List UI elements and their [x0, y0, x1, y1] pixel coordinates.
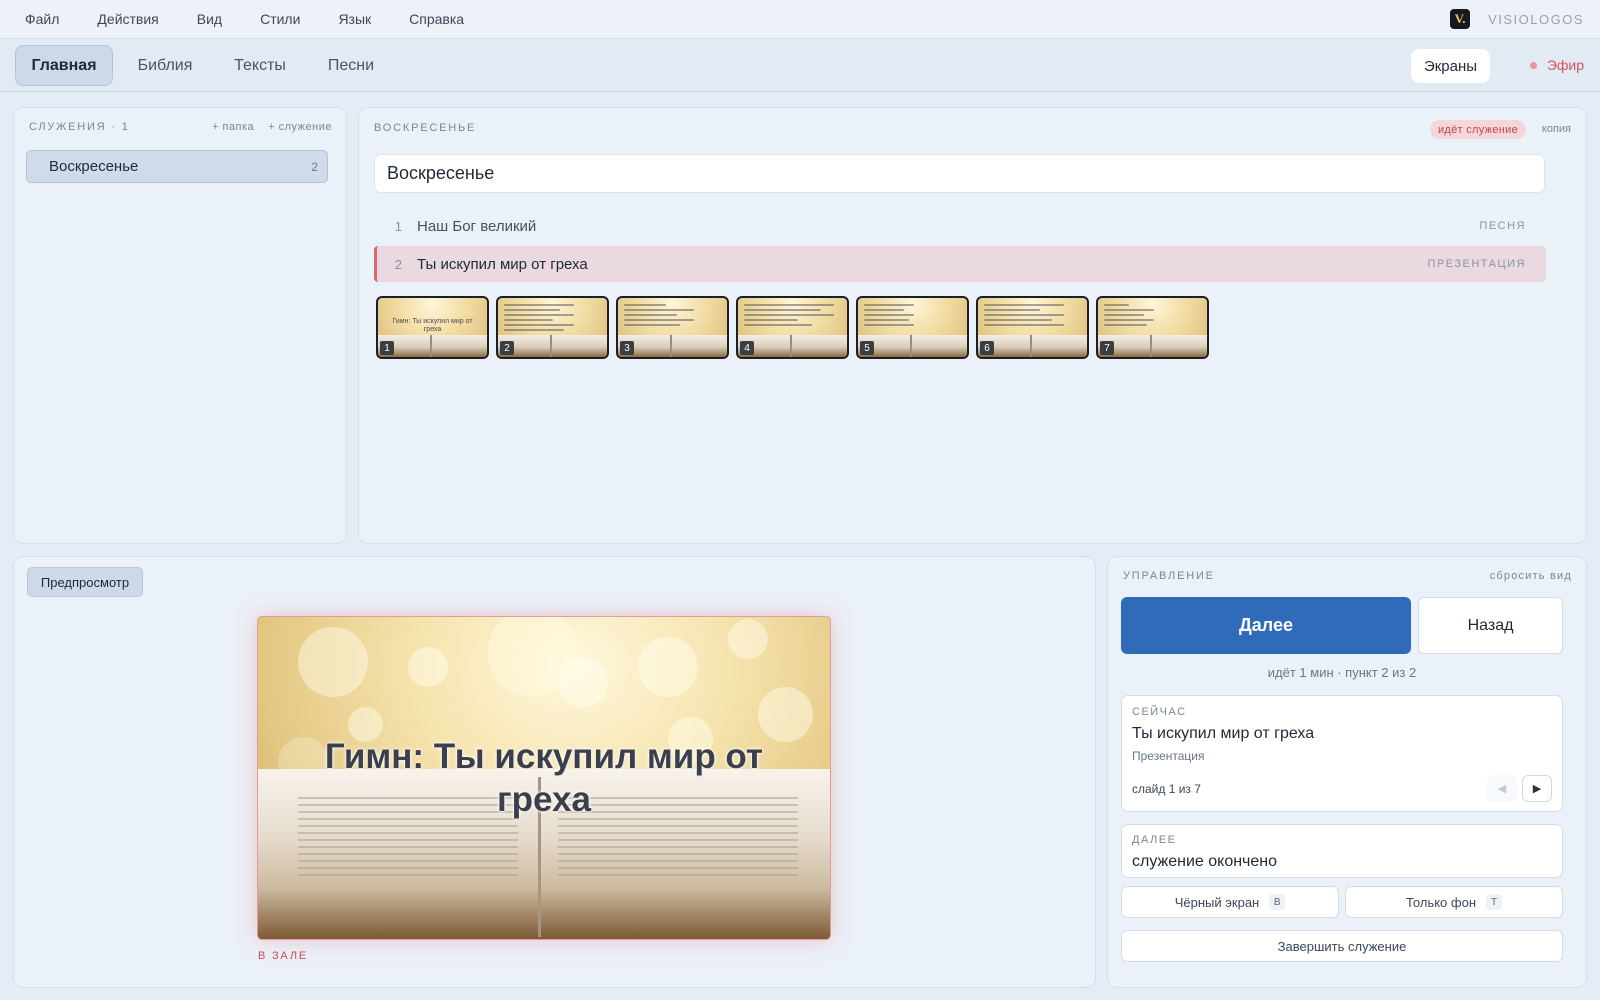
menu-view[interactable]: Вид	[197, 11, 222, 27]
service-item-row-current[interactable]: 2 Ты искупил мир от греха ПРЕЗЕНТАЦИЯ	[374, 246, 1546, 282]
service-detail-header: ВОСКРЕСЕНЬЕ	[374, 122, 477, 134]
book-image	[858, 335, 967, 357]
thumbnail-number: 7	[1100, 341, 1114, 355]
record-dot-icon	[1529, 61, 1537, 69]
menu-language[interactable]: Язык	[338, 11, 371, 27]
now-type: Презентация	[1132, 749, 1205, 763]
slide-thumbnail[interactable]: 6	[976, 296, 1089, 359]
book-image	[618, 335, 727, 357]
service-item-row[interactable]: 1 Наш Бог великий ПЕСНЯ	[374, 208, 1546, 244]
slide-thumbnail[interactable]: Гимн: Ты искупил мир от греха 1	[376, 296, 489, 359]
item-type: ПРЕЗЕНТАЦИЯ	[1427, 258, 1526, 270]
live-slide-output: Гимн: Ты искупил мир от греха	[257, 616, 831, 940]
service-status-text: идёт 1 мин · пункт 2 из 2	[1267, 665, 1417, 680]
item-title: Ты искупил мир от греха	[417, 255, 588, 273]
item-title: Наш Бог великий	[417, 217, 537, 235]
up-next-card: ДАЛЕЕ служение окончено	[1121, 824, 1563, 878]
thumbnail-number: 6	[980, 341, 994, 355]
reset-view-button[interactable]: сбросить вид	[1490, 570, 1572, 582]
brand-name: VISIOLOGOS	[1488, 11, 1584, 27]
book-image	[738, 335, 847, 357]
slide-thumbnail[interactable]: 2	[496, 296, 609, 359]
thumbnail-number: 1	[380, 341, 394, 355]
up-next-title: служение окончено	[1132, 853, 1278, 870]
next-button[interactable]: Далее	[1121, 597, 1411, 654]
thumbnail-title: Гимн: Ты искупил мир от греха	[392, 318, 473, 333]
now-title: Ты искупил мир от греха	[1132, 725, 1315, 742]
shortcut-key: T	[1486, 894, 1502, 910]
copy-button[interactable]: копия	[1542, 123, 1571, 135]
menu-actions[interactable]: Действия	[97, 11, 158, 27]
control-panel: УПРАВЛЕНИЕ сбросить вид Далее Назад идёт…	[1107, 556, 1587, 988]
control-header: УПРАВЛЕНИЕ	[1123, 570, 1215, 582]
book-image	[978, 335, 1087, 357]
air-label: Эфир	[1546, 57, 1584, 73]
in-hall-label: В ЗАЛЕ	[258, 950, 308, 962]
service-detail-panel: ВОСКРЕСЕНЬЕ идёт служение копия Воскресе…	[358, 107, 1587, 544]
thumbnail-text-lines	[1104, 304, 1154, 329]
preview-toggle-button[interactable]: Предпросмотр	[27, 567, 143, 597]
up-next-label: ДАЛЕЕ	[1132, 834, 1177, 846]
preview-panel: Предпросмотр Гимн: Ты искупил мир от гре…	[13, 556, 1096, 988]
add-service-button[interactable]: + служение	[268, 121, 332, 133]
brand-logo-icon: V.	[1450, 9, 1471, 29]
item-type: ПЕСНЯ	[1479, 220, 1526, 232]
thumbnail-number: 4	[740, 341, 754, 355]
finish-service-button[interactable]: Завершить служение	[1121, 930, 1563, 962]
book-image	[378, 335, 487, 357]
prev-slide-button[interactable]: ◀	[1487, 775, 1517, 802]
tab-bar: Главная Библия Тексты Песни Экраны Эфир	[0, 39, 1600, 92]
triangle-right-icon: ▶	[1532, 783, 1542, 795]
triangle-left-icon: ◀	[1497, 783, 1507, 795]
book-image	[1098, 335, 1207, 357]
add-folder-button[interactable]: + папка	[212, 121, 254, 133]
service-item-count: 2	[311, 159, 318, 174]
service-item-name: Воскресенье	[49, 158, 139, 175]
service-title-input[interactable]: Воскресенье	[374, 154, 1545, 193]
services-actions: + папка + служение	[212, 121, 332, 133]
book-image	[498, 335, 607, 357]
slide-thumbnails: Гимн: Ты искупил мир от греха 1 2 3 4 5	[376, 296, 1209, 359]
tab-texts[interactable]: Тексты	[216, 45, 304, 86]
live-slide-title: Гимн: Ты искупил мир от греха	[324, 737, 764, 819]
menu-file[interactable]: Файл	[25, 11, 59, 27]
thumbnail-number: 2	[500, 341, 514, 355]
tab-songs[interactable]: Песни	[310, 45, 392, 86]
thumbnail-text-lines	[744, 304, 834, 329]
thumbnail-number: 5	[860, 341, 874, 355]
next-slide-button[interactable]: ▶	[1522, 775, 1552, 802]
tab-main[interactable]: Главная	[15, 45, 113, 86]
menu-styles[interactable]: Стили	[260, 11, 300, 27]
screens-button[interactable]: Экраны	[1411, 49, 1490, 83]
thumbnail-text-lines	[864, 304, 914, 329]
live-status-badge: идёт служение	[1429, 120, 1526, 139]
background-only-button[interactable]: Только фон T	[1345, 886, 1563, 918]
thumbnail-text-lines	[984, 304, 1064, 329]
slide-counter: слайд 1 из 7	[1132, 782, 1201, 796]
slide-thumbnail[interactable]: 7	[1096, 296, 1209, 359]
services-header: СЛУЖЕНИЯ · 1	[29, 121, 130, 133]
black-screen-button[interactable]: Чёрный экран B	[1121, 886, 1339, 918]
thumbnail-text-lines	[624, 304, 694, 329]
slide-thumbnail[interactable]: 5	[856, 296, 969, 359]
slide-thumbnail[interactable]: 3	[616, 296, 729, 359]
brand: V. VISIOLOGOS	[1450, 9, 1584, 29]
air-toggle[interactable]: Эфир	[1529, 57, 1584, 73]
item-number: 1	[394, 218, 402, 234]
menu-bar: Файл Действия Вид Стили Язык Справка V. …	[0, 0, 1600, 39]
tab-bible[interactable]: Библия	[121, 45, 209, 86]
thumbnail-text-lines	[504, 304, 574, 334]
now-playing-card: СЕЙЧАС Ты искупил мир от греха Презентац…	[1121, 695, 1563, 812]
services-panel: СЛУЖЕНИЯ · 1 + папка + служение Воскресе…	[13, 107, 347, 544]
thumbnail-number: 3	[620, 341, 634, 355]
menu-help[interactable]: Справка	[409, 11, 464, 27]
now-label: СЕЙЧАС	[1132, 706, 1187, 718]
back-button[interactable]: Назад	[1418, 597, 1563, 654]
background-only-label: Только фон	[1405, 894, 1476, 910]
service-list-item[interactable]: Воскресенье 2	[26, 150, 328, 183]
shortcut-key: B	[1269, 894, 1286, 910]
black-screen-label: Чёрный экран	[1174, 894, 1260, 910]
slide-thumbnail[interactable]: 4	[736, 296, 849, 359]
item-number: 2	[394, 256, 402, 272]
